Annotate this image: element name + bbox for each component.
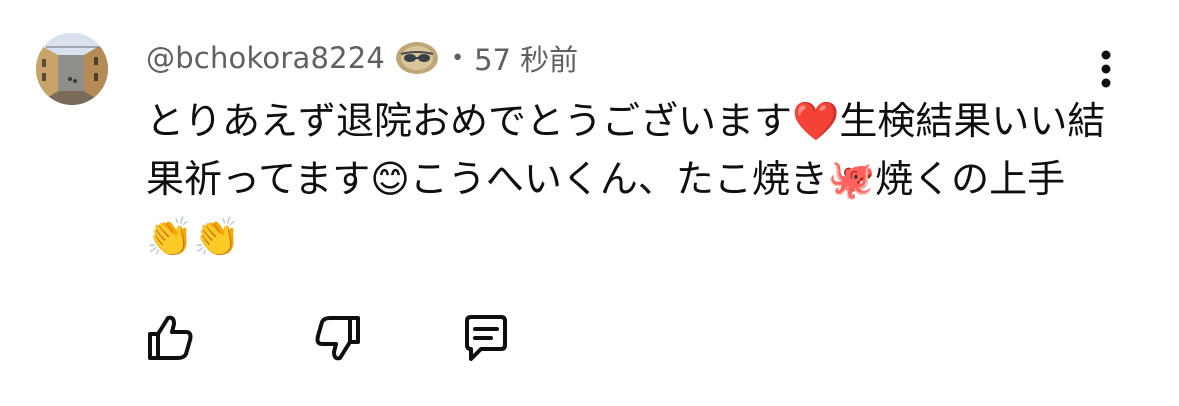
thumbs-up-icon xyxy=(148,315,193,360)
timestamp: 57 秒前 xyxy=(474,43,579,77)
separator-dot: • xyxy=(451,45,465,71)
sunglasses-badge-icon xyxy=(395,40,439,76)
comment-text: とりあえず退院おめでとうございます❤️生検結果いい結果祈ってます😊こうへいくん、… xyxy=(146,99,1106,259)
author-handle[interactable]: @bchokora8224 xyxy=(146,41,385,75)
avatar-image xyxy=(36,33,108,105)
like-button[interactable] xyxy=(140,308,200,368)
avatar[interactable] xyxy=(36,33,108,105)
comment-item: @bchokora8224 • 57 秒前 とりあえず退院おめでとうございます❤… xyxy=(0,0,1179,406)
reply-comment-icon xyxy=(465,315,507,361)
thumbs-down-icon xyxy=(315,316,360,361)
comment-header: @bchokora8224 • 57 秒前 xyxy=(146,38,578,78)
more-options-button[interactable] xyxy=(1088,46,1124,92)
dislike-button[interactable] xyxy=(308,308,368,368)
reply-button[interactable] xyxy=(456,308,516,368)
more-vert-icon xyxy=(1101,50,1111,88)
